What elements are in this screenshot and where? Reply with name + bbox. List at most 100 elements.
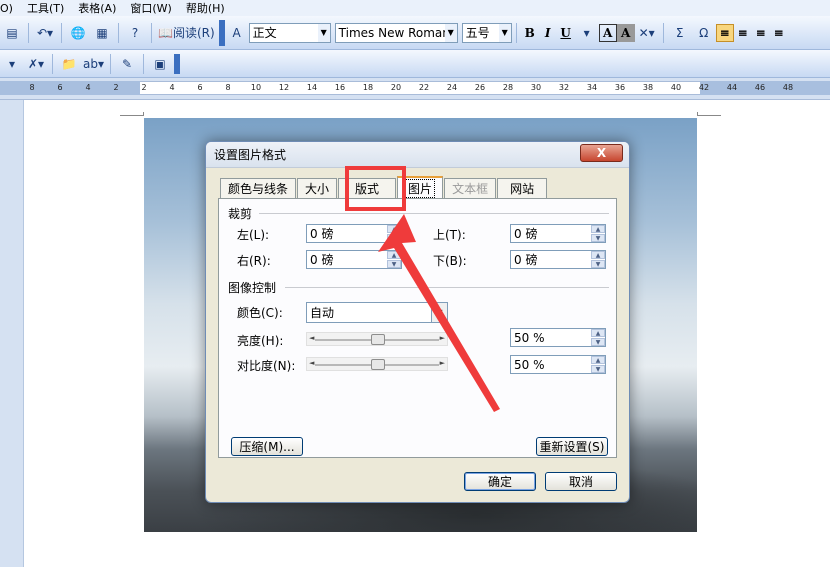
toolbar-grip[interactable] <box>218 19 225 46</box>
slider-thumb[interactable] <box>371 359 385 370</box>
contrast-field[interactable]: 50 % ▲ ▼ <box>510 355 606 374</box>
sum-button[interactable]: Σ <box>670 22 690 44</box>
reset-button[interactable]: 重新设置(S) <box>536 437 608 456</box>
style-select[interactable]: 正文 ▼ <box>248 22 331 43</box>
spin-up-icon[interactable]: ▲ <box>591 329 605 337</box>
ruler-tick-label: 2 <box>113 83 119 92</box>
spin-down-icon[interactable]: ▼ <box>387 260 401 268</box>
spin-up-icon[interactable]: ▲ <box>591 356 605 364</box>
left-arrow-icon[interactable]: ◄ <box>309 334 314 342</box>
delete-icon[interactable]: ✗▾ <box>26 53 46 75</box>
ok-button[interactable]: 确定 <box>464 472 536 491</box>
spin-down-icon[interactable]: ▼ <box>591 234 605 242</box>
right-arrow-icon[interactable]: ► <box>440 334 445 342</box>
spin-down-icon[interactable]: ▼ <box>387 234 401 242</box>
toolbar-grip[interactable] <box>174 53 180 74</box>
toolbar-separator <box>52 53 53 74</box>
spin-up-icon[interactable]: ▲ <box>591 251 605 259</box>
paste-icon[interactable]: ▤ <box>2 22 22 44</box>
vertical-ruler[interactable] <box>0 100 24 567</box>
tab-web[interactable]: 网站 <box>497 178 548 198</box>
align-center-icon[interactable]: ≡ <box>734 24 752 42</box>
toolbar-separator <box>662 22 664 43</box>
char-shade-button[interactable]: A <box>616 23 635 42</box>
tab-colors-lines[interactable]: 颜色与线条 <box>220 178 297 198</box>
menu-item-tools[interactable]: 工具(T) <box>27 0 64 16</box>
chevron-down-icon[interactable]: ▼ <box>431 303 447 322</box>
cancel-button[interactable]: 取消 <box>545 472 617 491</box>
brightness-field[interactable]: 50 % ▲ ▼ <box>510 328 606 347</box>
spin-down-icon[interactable]: ▼ <box>591 365 605 373</box>
tab-size[interactable]: 大小 <box>297 178 338 198</box>
crop-top-value: 0 磅 <box>514 227 538 241</box>
crop-right-field[interactable]: 0 磅 ▲ ▼ <box>306 250 402 269</box>
table-icon[interactable]: ▦ <box>92 22 112 44</box>
italic-button[interactable]: I <box>539 24 557 42</box>
spin-up-icon[interactable]: ▲ <box>387 225 401 233</box>
align-right-icon[interactable]: ≡ <box>752 24 770 42</box>
menu-item-help[interactable]: 帮助(H) <box>186 0 225 16</box>
help-icon[interactable]: ? <box>125 22 145 44</box>
chevron-down-icon[interactable]: ▼ <box>444 23 457 42</box>
folder-icon[interactable]: 📁 <box>59 53 79 75</box>
dialog-titlebar[interactable]: 设置图片格式 X <box>206 142 629 168</box>
ruler-tick-label: 40 <box>670 83 682 92</box>
menu-item-partial[interactable]: O) <box>0 2 13 15</box>
brightness-slider[interactable]: ◄ ► <box>306 332 448 346</box>
read-label: 阅读(R) <box>172 26 215 40</box>
formatting-toolbar: ▤ ↶▾ 🌐 ▦ ? 📖 阅读(R) A 正文 ▼ Times New Roma… <box>0 16 830 50</box>
ruler-tick-label: 12 <box>278 83 290 92</box>
ruler-tick-label: 42 <box>698 83 710 92</box>
char-border-button[interactable]: A <box>598 23 617 42</box>
undo-icon[interactable]: ↶▾ <box>35 22 55 44</box>
brightness-value: 50 % <box>514 330 545 345</box>
section-divider <box>285 287 609 288</box>
align-left-icon[interactable]: ≡ <box>715 23 734 42</box>
picture-icon[interactable]: ▣ <box>150 53 170 75</box>
spin-down-icon[interactable]: ▼ <box>591 338 605 346</box>
slider-thumb[interactable] <box>371 334 385 345</box>
justify-icon[interactable]: ≡ <box>770 24 788 42</box>
toolbar-separator <box>118 22 119 43</box>
crop-bottom-field[interactable]: 0 磅 ▲ ▼ <box>510 250 606 269</box>
bold-button[interactable]: B <box>521 24 539 42</box>
dialog-title: 设置图片格式 <box>214 148 287 162</box>
horizontal-ruler[interactable]: 8 6 4 2 2 4 6 8 10 12 14 16 18 20 22 24 26 28 30 32 34 36 38 40… <box>0 78 830 100</box>
underline-button[interactable]: U <box>557 24 575 42</box>
menu-item-window[interactable]: 窗口(W) <box>130 0 171 16</box>
ruler-tick-label: 46 <box>754 83 766 92</box>
crop-left-value: 0 磅 <box>310 227 334 241</box>
ruler-tick-label: 36 <box>614 83 626 92</box>
menu-item-table[interactable]: 表格(A) <box>78 0 116 16</box>
toolbar-separator <box>151 22 152 43</box>
chevron-down-icon[interactable]: ▾ <box>577 22 597 44</box>
ruler-tick-label: 44 <box>726 83 738 92</box>
spin-down-icon[interactable]: ▼ <box>591 260 605 268</box>
styles-icon[interactable]: A <box>227 22 247 44</box>
font-size-select[interactable]: 五号 ▼ <box>461 22 512 43</box>
right-arrow-icon[interactable]: ► <box>440 359 445 367</box>
ruler-tick-label: 18 <box>362 83 374 92</box>
chevron-down-icon[interactable]: ▾ <box>2 53 22 75</box>
chevron-down-icon[interactable]: ▼ <box>317 23 330 42</box>
read-button[interactable]: 📖 阅读(R) <box>158 22 215 44</box>
crop-top-field[interactable]: 0 磅 ▲ ▼ <box>510 224 606 243</box>
contrast-slider[interactable]: ◄ ► <box>306 357 448 371</box>
spelling-icon[interactable]: ab▾ <box>83 53 104 75</box>
close-button[interactable]: X <box>580 144 623 162</box>
symbol-button[interactable]: Ω <box>694 22 714 44</box>
edit-icon[interactable]: ✎ <box>117 53 137 75</box>
hyperlink-icon[interactable]: 🌐 <box>68 22 88 44</box>
contrast-value: 50 % <box>514 357 545 372</box>
margin-corner-mark <box>120 112 144 116</box>
chevron-down-icon[interactable]: ▼ <box>498 23 511 42</box>
compress-button[interactable]: 压缩(M)... <box>231 437 303 456</box>
font-select[interactable]: Times New Roman ▼ <box>334 22 458 43</box>
crop-left-field[interactable]: 0 磅 ▲ ▼ <box>306 224 402 243</box>
char-scale-icon[interactable]: ✕▾ <box>637 22 657 44</box>
left-arrow-icon[interactable]: ◄ <box>309 359 314 367</box>
spin-up-icon[interactable]: ▲ <box>387 251 401 259</box>
ruler-tick-label: 4 <box>85 83 91 92</box>
spin-up-icon[interactable]: ▲ <box>591 225 605 233</box>
color-select[interactable]: 自动 ▼ <box>306 302 448 323</box>
